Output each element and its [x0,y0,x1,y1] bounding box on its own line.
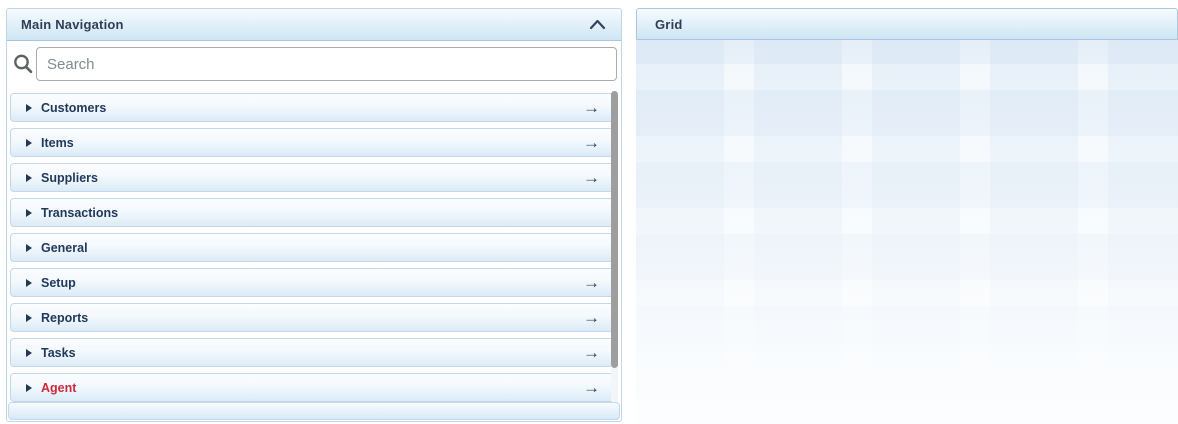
expand-triangle-icon [26,313,32,322]
panel-title: Main Navigation [21,17,124,32]
menu-item-general[interactable]: General [10,233,614,262]
menu-item-setup[interactable]: Setup → [10,268,614,297]
drill-arrow-icon[interactable]: → [583,99,603,116]
menu-item-label: Transactions [41,205,119,220]
menu-item-label: Tasks [41,345,76,360]
collapse-panel-button[interactable] [585,15,609,35]
drill-arrow-icon[interactable]: → [583,379,603,396]
panel-footer-bar [8,402,620,420]
menu-item-label: Setup [41,275,76,290]
main-navigation-header: Main Navigation [7,9,621,41]
main-navigation-panel: Main Navigation Customers→Items→Supplier… [6,8,622,422]
expand-triangle-icon [26,348,32,357]
menu-item-agent[interactable]: Agent → [10,373,614,402]
expand-triangle-icon [26,103,32,112]
grid-header: Grid [636,8,1178,40]
scrollbar-thumb[interactable] [611,91,618,368]
menu-item-tasks[interactable]: Tasks → [10,338,614,367]
expand-triangle-icon [26,278,32,287]
menu-item-label: Items [41,135,74,150]
expand-triangle-icon [26,208,32,217]
menu-item-customers[interactable]: Customers → [10,93,614,122]
expand-triangle-icon [26,383,32,392]
grid-panel: Grid [636,8,1178,424]
grid-body [636,40,1178,424]
drill-arrow-icon[interactable]: → [583,309,603,326]
search-row [7,41,621,88]
menu-item-reports[interactable]: Reports → [10,303,614,332]
menu-item-label: Suppliers [41,170,98,185]
menu-list: Customers → Items → Suppliers → Transactions Ge… [7,88,621,402]
grid-title: Grid [655,16,683,32]
search-input[interactable] [36,47,617,81]
chevron-up-icon [589,19,605,30]
menu-item-label: Agent [41,380,77,395]
menu-item-items[interactable]: Items → [10,128,614,157]
menu-item-label: Customers [41,100,107,115]
drill-arrow-icon[interactable]: → [583,274,603,291]
menu-item-label: General [41,240,88,255]
drill-arrow-icon[interactable]: → [583,344,603,361]
expand-triangle-icon [26,138,32,147]
menu-item-transactions[interactable]: Transactions [10,198,614,227]
expand-triangle-icon [26,173,32,182]
expand-triangle-icon [26,243,32,252]
drill-arrow-icon[interactable]: → [583,134,603,151]
menu-item-label: Reports [41,310,89,325]
search-icon [10,50,36,78]
menu-item-suppliers[interactable]: Suppliers → [10,163,614,192]
drill-arrow-icon[interactable]: → [583,169,603,186]
